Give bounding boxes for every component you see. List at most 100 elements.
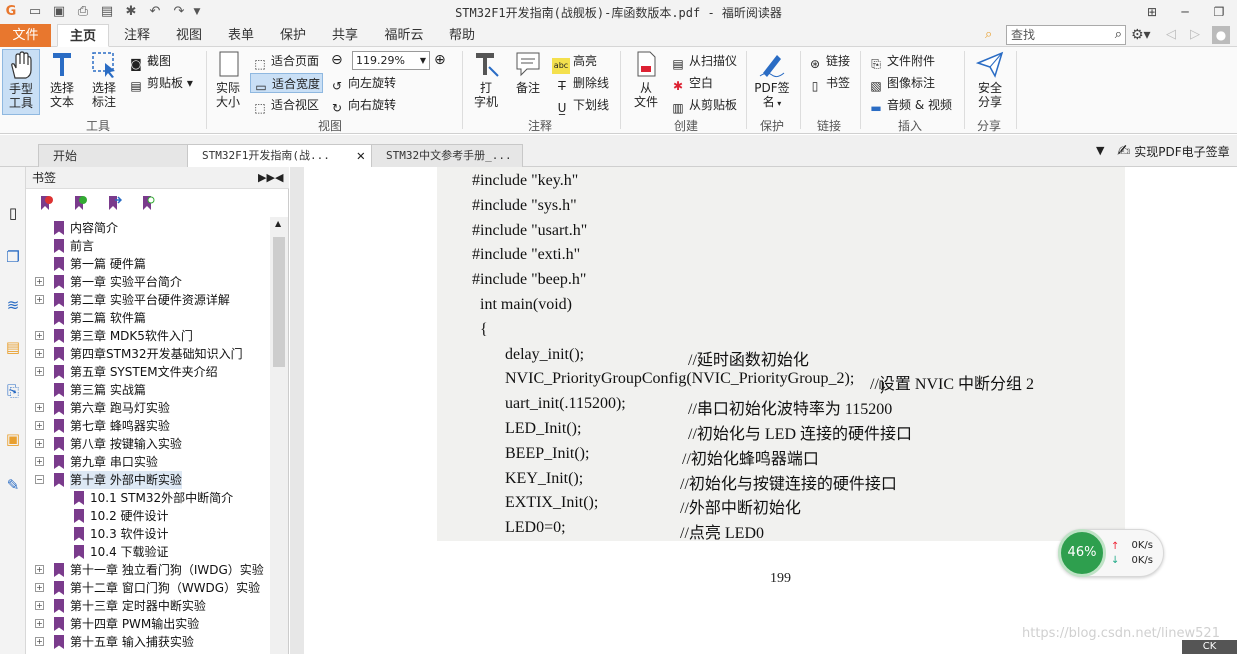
bookmark-button[interactable]: ▯ 书签 [807, 73, 850, 93]
tabs-dropdown-icon[interactable]: ▼ [1096, 144, 1104, 157]
nav-forward-icon[interactable]: ▷ [1190, 27, 1200, 42]
blank-button[interactable]: ✱ 空白 [670, 73, 713, 93]
network-speed-widget[interactable]: 46% ↑ ↓ 0K/s 0K/s [1058, 529, 1164, 577]
link-button[interactable]: ⊛ 链接 [807, 51, 850, 71]
strikeout-button[interactable]: T̶ 删除线 [554, 73, 609, 93]
rotate-right-label: 向右旋转 [348, 98, 397, 112]
user-avatar-icon[interactable]: ● [1212, 26, 1230, 44]
minimize-button[interactable]: ─ [1173, 2, 1197, 22]
tab-file[interactable]: 文件 [0, 24, 51, 47]
tab-foxit-cloud[interactable]: 福昕云 [376, 24, 432, 47]
scroll-up-icon[interactable]: ▲ [275, 219, 281, 228]
expand-icon[interactable]: + [35, 601, 44, 610]
secure-share-button[interactable]: 安全 分享 [970, 49, 1010, 109]
expand-icon[interactable]: + [35, 349, 44, 358]
delete-bookmark-icon[interactable] [38, 195, 54, 211]
expand-icon[interactable]: + [35, 421, 44, 430]
attachments-panel-icon[interactable]: ⎘ [3, 381, 23, 401]
expand-icon[interactable]: + [35, 331, 44, 340]
tab-share[interactable]: 共享 [323, 24, 367, 47]
actual-size-button[interactable]: 实际 大小 [210, 49, 246, 109]
pdf-e-signature-button[interactable]: ✍ 实现PDF电子签章 [1117, 139, 1230, 163]
audio-video-button[interactable]: ▬ 音频 & 视频 [868, 95, 952, 115]
security-lock-icon[interactable]: ▣ [3, 429, 23, 449]
search-input[interactable]: 查找 ⌕ [1006, 25, 1126, 45]
pdf-sign-button[interactable]: PDF签 名 ▾ [752, 49, 792, 111]
hand-tool-button[interactable]: 手型 工具 [2, 49, 40, 115]
expand-icon[interactable]: + [35, 457, 44, 466]
find-folder-icon[interactable]: ⌕ [985, 27, 1001, 43]
blank-page-icon: ✱ [672, 79, 684, 93]
underline-button[interactable]: U̲ 下划线 [554, 95, 609, 115]
select-text-button[interactable]: 选择 文本 [44, 49, 80, 109]
fit-page-button[interactable]: ⬚ 适合页面 [252, 51, 319, 71]
layout-icon[interactable]: ⊞ [1140, 2, 1164, 22]
select-annotation-icon [92, 52, 115, 78]
tab-start[interactable]: 开始 [38, 144, 188, 167]
rotate-right-button[interactable]: ↻ 向右旋转 [329, 95, 396, 115]
typewriter-button[interactable]: 打 字机 [468, 49, 504, 109]
rotate-left-button[interactable]: ↺ 向左旋转 [329, 73, 396, 93]
zoom-level-select[interactable]: 119.29% ▼ [352, 51, 430, 70]
ribbon-toolbar: 手型 工具 选择 文本 选择 标注 ◙ 截图 ▤ 剪贴板 ▾ 工具 实际 大小 ⬚ 适… [0, 47, 1237, 134]
close-tab-icon[interactable]: ✕ [357, 145, 365, 167]
move-bookmark-icon[interactable] [106, 195, 122, 211]
tab-stm32f1-guide-label: STM32F1开发指南(战... [202, 149, 330, 162]
tab-protect[interactable]: 保护 [271, 24, 315, 47]
zoom-in-icon[interactable]: ⊕ [434, 52, 446, 68]
collapse-panel-icon[interactable]: ◀ [275, 167, 283, 189]
pages-panel-icon[interactable]: ❐ [3, 247, 23, 267]
expand-icon[interactable]: + [35, 403, 44, 412]
fit-page-label: 适合页面 [271, 54, 320, 68]
from-file-button[interactable]: 从 文件 [628, 49, 664, 109]
find-bookmark-icon[interactable] [140, 195, 156, 211]
tab-home[interactable]: 主页 [57, 24, 109, 47]
tab-stm32f1-guide[interactable]: STM32F1开发指南(战... ✕ [187, 144, 372, 167]
expand-icon[interactable]: + [35, 565, 44, 574]
restore-button[interactable]: ❐ [1207, 2, 1231, 22]
nav-back-icon[interactable]: ◁ [1166, 27, 1176, 42]
underline-icon: U̲ [557, 101, 567, 115]
expand-icon[interactable]: + [35, 367, 44, 376]
tab-form[interactable]: 表单 [219, 24, 263, 47]
bookmark-item-label: 第九章 串口实验 [70, 455, 158, 469]
expand-icon[interactable]: + [35, 295, 44, 304]
fit-width-button[interactable]: ▭ 适合宽度 [250, 73, 324, 94]
file-attachment-button[interactable]: ⎘ 文件附件 [868, 51, 935, 71]
expand-icon[interactable]: + [35, 277, 44, 286]
bookmarks-panel-icon[interactable]: ▯ [3, 203, 23, 223]
bookmark-scrollbar[interactable]: ▲ [270, 217, 288, 654]
add-bookmark-icon[interactable] [72, 195, 88, 211]
tab-comment[interactable]: 注释 [115, 24, 159, 47]
signature-panel-icon[interactable]: ✎ [3, 475, 23, 495]
comments-panel-icon[interactable]: ▤ [3, 337, 23, 357]
from-scanner-button[interactable]: ▤ 从扫描仪 [670, 51, 737, 71]
select-annotation-button[interactable]: 选择 标注 [84, 49, 124, 109]
expand-icon[interactable]: + [35, 619, 44, 628]
tab-view[interactable]: 视图 [167, 24, 211, 47]
expand-icon[interactable]: + [35, 637, 44, 646]
zoom-out-icon[interactable]: ⊖ [331, 52, 343, 68]
layers-panel-icon[interactable]: ≋ [3, 295, 23, 315]
collapse-icon[interactable]: − [35, 475, 44, 484]
settings-gear-icon[interactable]: ⚙▾ [1131, 27, 1151, 43]
scrollbar-thumb[interactable] [273, 237, 285, 367]
expand-icon[interactable]: + [35, 583, 44, 592]
screenshot-button[interactable]: ◙ 截图 [128, 51, 171, 71]
fit-visible-button[interactable]: ⬚ 适合视区 [252, 95, 319, 115]
image-annotation-button[interactable]: ▧ 图像标注 [868, 73, 935, 93]
tab-help[interactable]: 帮助 [440, 24, 484, 47]
strikeout-label: 删除线 [573, 76, 610, 90]
zoom-dropdown-icon[interactable]: ▼ [420, 52, 426, 69]
panel-splitter[interactable] [290, 167, 304, 654]
highlight-button[interactable]: abc 高亮 [552, 51, 597, 74]
tab-stm32-reference[interactable]: STM32中文参考手册_... [371, 144, 523, 167]
from-clipboard-button[interactable]: ▥ 从剪贴板 [670, 95, 737, 115]
search-icon[interactable]: ⌕ [1115, 26, 1122, 44]
expand-panel-icon[interactable]: ▶▶ [258, 167, 275, 189]
signature-icon: ✍ [1117, 141, 1131, 160]
bookmark-item-label: 第十五章 输入捕获实验 [70, 635, 194, 649]
note-button[interactable]: 备注 [510, 49, 546, 95]
expand-icon[interactable]: + [35, 439, 44, 448]
clipboard-button[interactable]: ▤ 剪贴板 ▾ [128, 73, 193, 93]
